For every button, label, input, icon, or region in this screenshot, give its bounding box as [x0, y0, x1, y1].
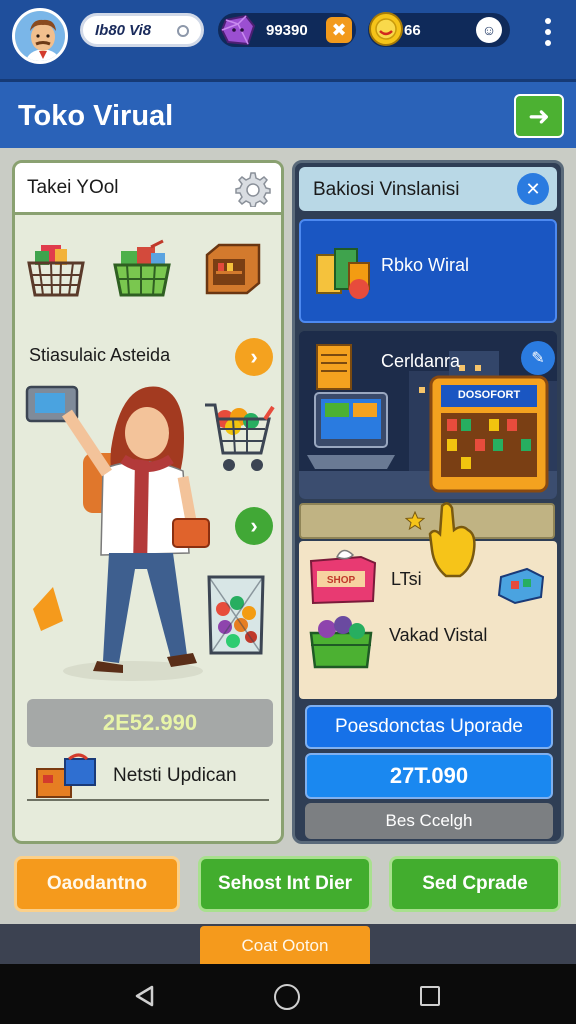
shopping-cart-icon[interactable] [203, 399, 275, 475]
edit-button[interactable]: ✎ [521, 341, 555, 375]
gem-counter[interactable]: 99390 ✖ [218, 13, 356, 47]
pencil-icon: ✎ [531, 350, 545, 367]
status-dot-icon [177, 25, 189, 37]
product-boxes-icon [316, 248, 370, 299]
basket-icon[interactable] [25, 237, 87, 299]
coin-counter[interactable]: 66 ☺ [368, 12, 510, 47]
next-arrow-button-orange[interactable]: › [235, 338, 273, 376]
virtual-store-card[interactable]: Rbko Wiral [299, 219, 557, 323]
purple-gem-icon [220, 14, 256, 46]
small-box-icon[interactable] [497, 565, 545, 605]
fruit-crate-icon[interactable] [307, 611, 377, 669]
left-upgrade-label: Netsti Updican [113, 765, 237, 786]
left-divider [27, 799, 269, 801]
top-status-bar: Ib80 Vi8 99390 ✖ 66 ☺ [0, 0, 576, 82]
kebab-menu-icon[interactable] [536, 18, 560, 46]
gift-box-icon[interactable]: SHOP [307, 547, 379, 605]
shopper-character-illustration [25, 385, 210, 681]
left-panel-header: Takei YOol [15, 163, 281, 215]
coin-count: 66 [404, 21, 421, 39]
close-icon: ✕ [525, 178, 541, 199]
page-title: Toko Virual [18, 100, 174, 132]
next-arrow-button-green[interactable]: › [235, 507, 273, 545]
best-choice-button[interactable]: Bes Ccelgh [305, 803, 553, 839]
player-name-text: Ib80 Vi8 [95, 21, 152, 39]
left-panel-subtitle: Stiasulaic Asteida [29, 345, 171, 365]
right-panel-title: Bakiosi Vinslanisi [313, 179, 460, 200]
gear-icon[interactable] [235, 171, 271, 207]
right-value-display: 27T.090 [305, 753, 553, 799]
star-icon [405, 511, 425, 531]
home-icon[interactable] [274, 984, 300, 1010]
store-card-label: Rbko Wiral [381, 255, 470, 275]
bottom-green-button-right[interactable]: Sed Cprade [389, 856, 561, 912]
online-store-label: Cerldanra [381, 351, 461, 371]
shelf-icon[interactable] [203, 241, 263, 297]
gem-count: 99390 [266, 21, 308, 39]
chevron-right-icon: › [250, 513, 258, 538]
header-action-button[interactable]: ➜ [514, 94, 564, 138]
item-two-label: Vakad Vistal [389, 625, 488, 645]
back-icon[interactable] [134, 985, 154, 1007]
bottom-green-button-center[interactable]: Sehost Int Dier [198, 856, 372, 912]
svg-text:SHOP: SHOP [327, 575, 356, 586]
chevron-right-icon: › [250, 344, 258, 369]
purchase-upgrade-button[interactable]: Poesdonctas Uporade [305, 705, 553, 749]
shopkeeper-avatar-icon [15, 11, 65, 61]
left-shop-panel: Takei YOol Stiasulaic Asteida › › 2E52.9… [12, 160, 284, 844]
item-one-label: LTsi [391, 569, 422, 589]
upgrade-boxes-icon [36, 753, 96, 798]
gold-coin-icon [369, 12, 403, 46]
player-name-field[interactable]: Ib80 Vi8 [80, 13, 204, 47]
recent-apps-icon[interactable] [420, 986, 440, 1006]
title-bar: Toko Virual [0, 82, 576, 148]
store-sign-text: DOSOFORT [457, 389, 521, 401]
left-panel-title: Takei YOol [27, 177, 119, 198]
online-store-card[interactable]: Cerldanra DOSOFORT ✎ [299, 331, 557, 499]
player-avatar[interactable] [12, 8, 68, 64]
pointer-hand-icon [428, 502, 476, 578]
add-gems-icon[interactable]: ✖ [326, 17, 352, 43]
right-panel-header: Bakiosi Vinslanisi ✕ [299, 167, 557, 211]
face-icon[interactable]: ☺ [476, 17, 502, 43]
progress-strip [299, 503, 555, 539]
close-button[interactable]: ✕ [517, 173, 549, 205]
green-action-icon: ➜ [528, 100, 550, 131]
left-price-display: 2E52.990 [27, 699, 273, 747]
candy-jar-icon[interactable] [203, 569, 269, 655]
bottom-orange-button[interactable]: Oaodantno [14, 856, 180, 912]
dock-action-button[interactable]: Coat Ooton [200, 926, 370, 966]
shopping-basket-icon[interactable] [111, 239, 173, 299]
